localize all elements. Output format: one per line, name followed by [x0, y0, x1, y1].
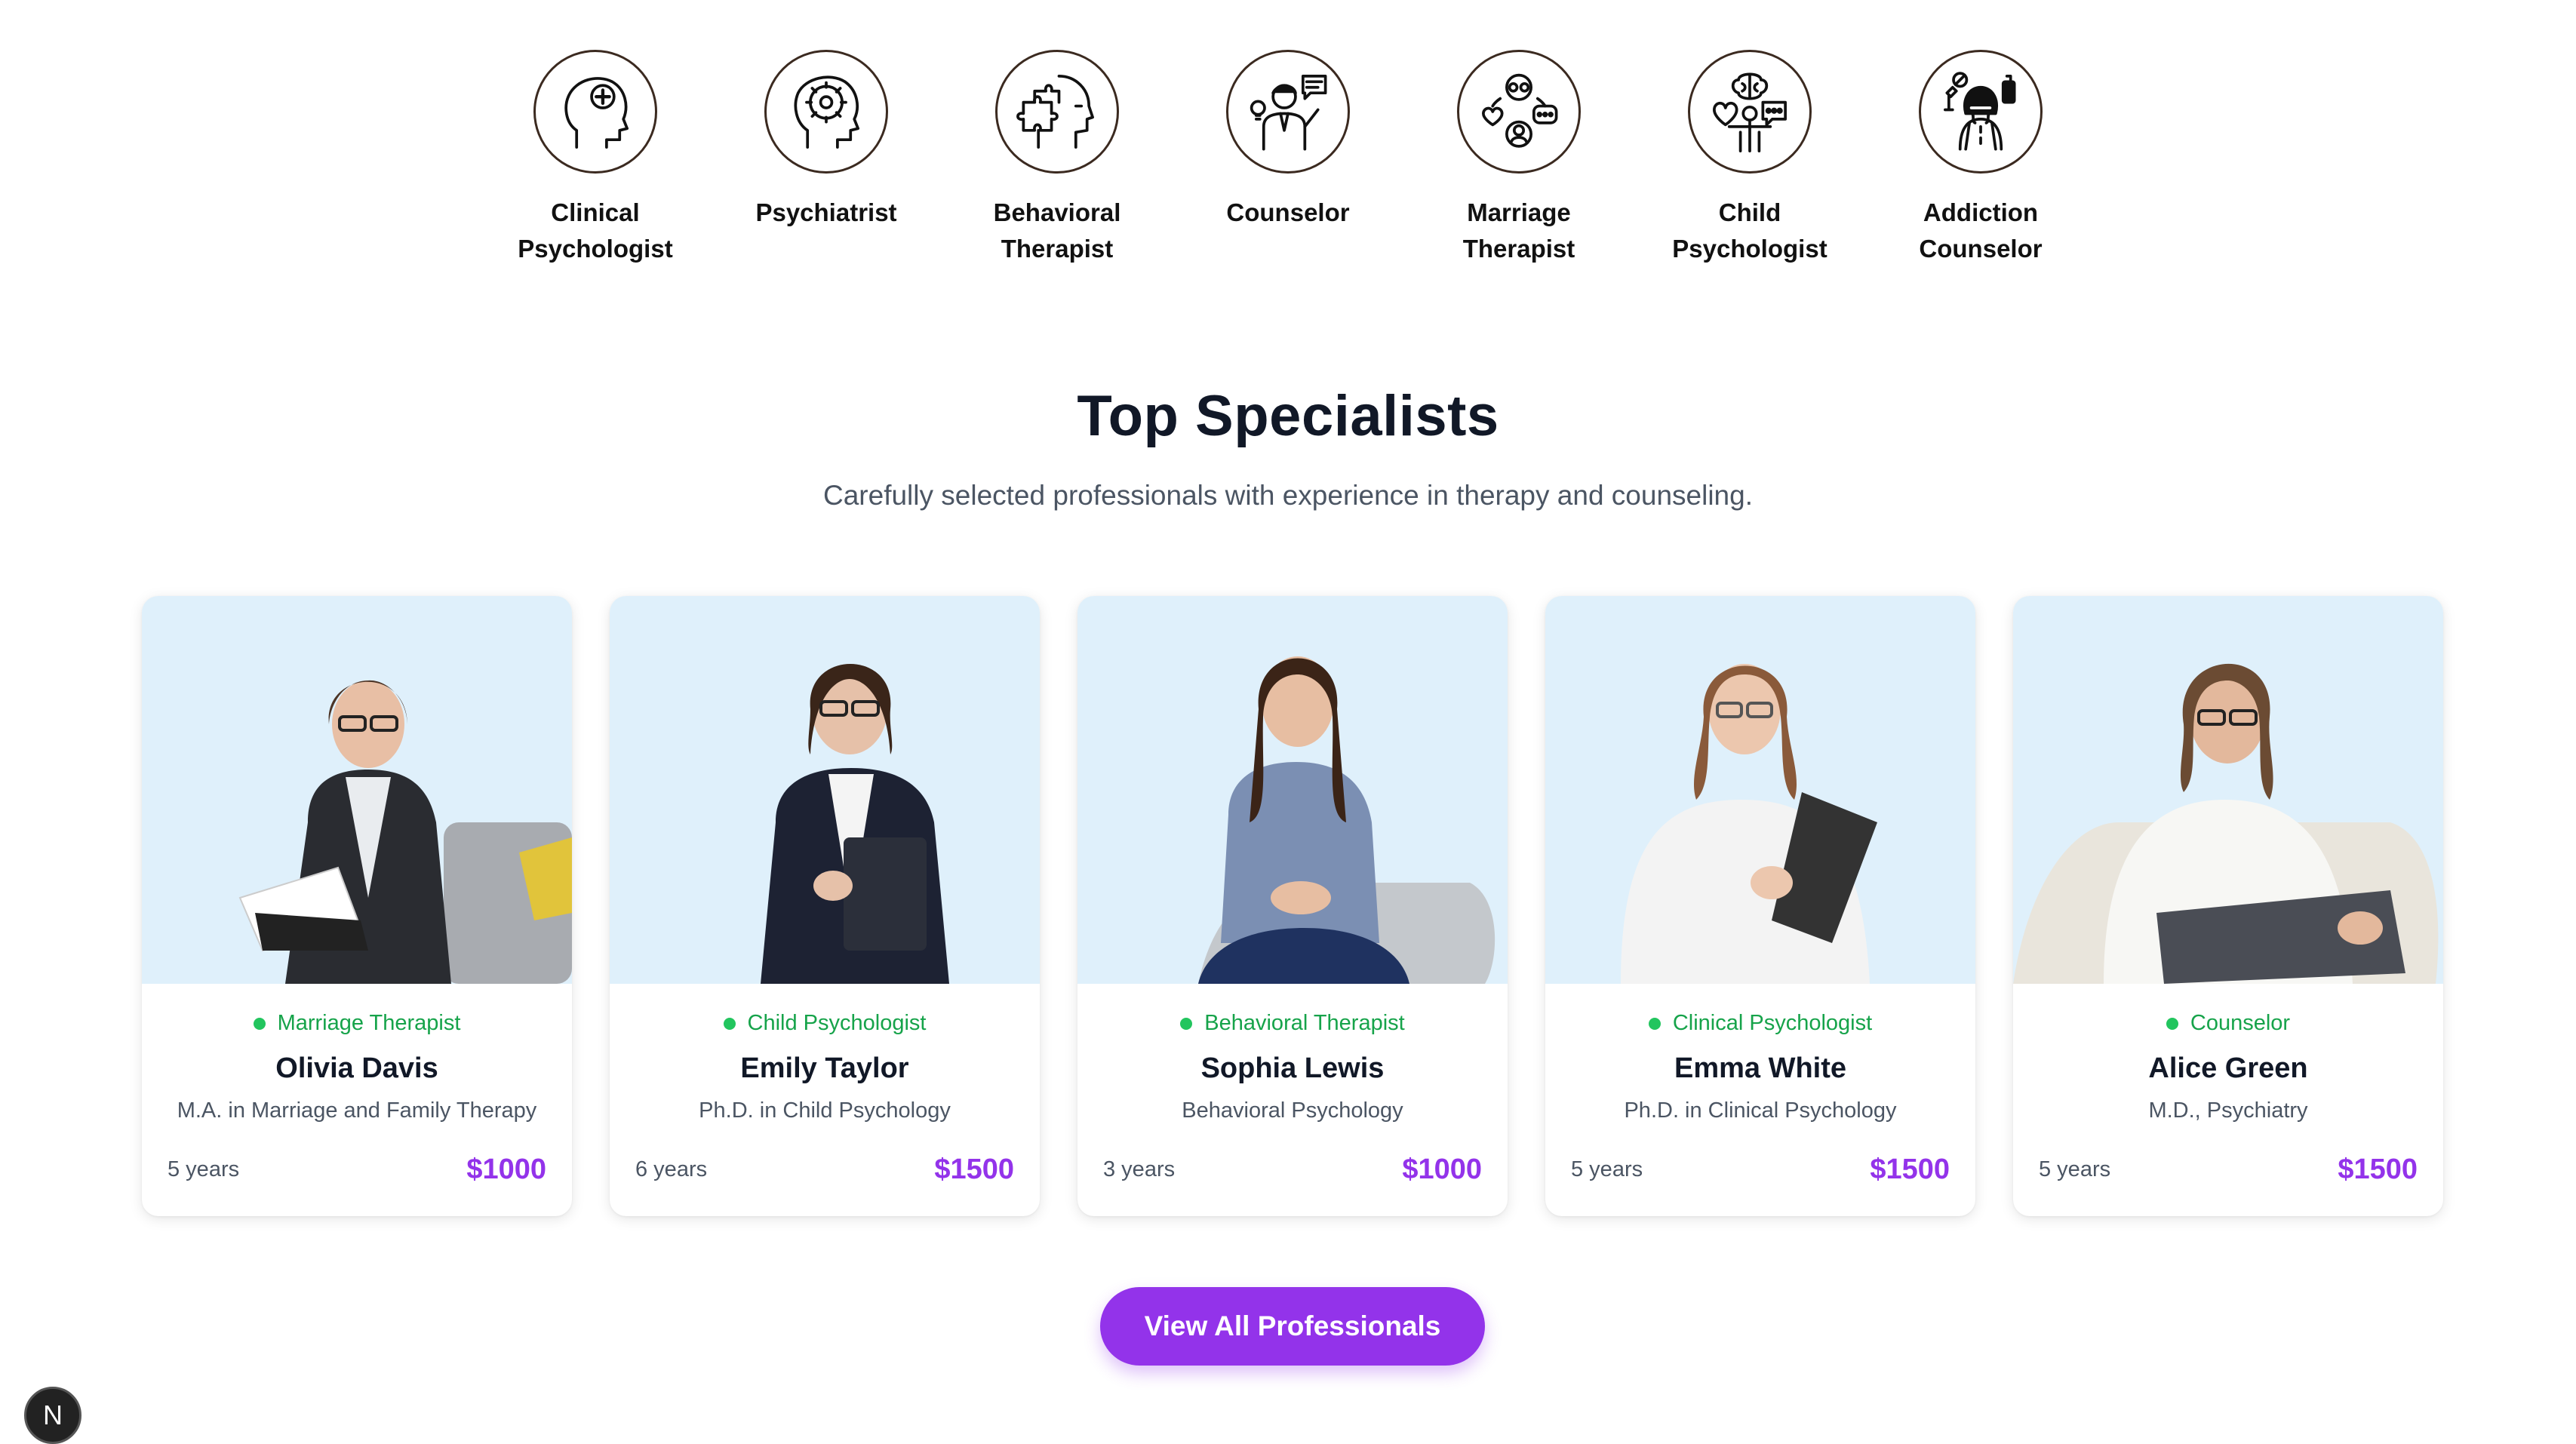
specialty-label: Child Psychologist [747, 1011, 927, 1035]
status-dot [253, 1017, 266, 1030]
specialist-degree: Ph.D. in Clinical Psychology [1624, 1098, 1897, 1123]
status-dot [2166, 1017, 2178, 1030]
specialist-photo [1077, 596, 1508, 984]
specialist-cards: Marriage Therapist Olivia Davis M.A. in … [142, 596, 2443, 1216]
specialty-tag: Clinical Psychologist [1545, 1011, 1975, 1036]
experience: 3 years [1103, 1157, 1176, 1181]
specialist-card[interactable]: Child Psychologist Emily Taylor Ph.D. in… [610, 596, 1040, 1216]
next-dev-badge[interactable]: N [24, 1387, 81, 1444]
category-behavioral-therapist[interactable]: Behavioral Therapist [942, 50, 1173, 267]
specialist-name: Emma White [1674, 1052, 1847, 1084]
addiction-icon [1919, 50, 2043, 174]
specialist-name: Emily Taylor [740, 1052, 909, 1084]
specialist-degree: M.A. in Marriage and Family Therapy [177, 1098, 537, 1123]
category-label: Marriage Therapist [1462, 198, 1575, 263]
status-dot [723, 1017, 736, 1030]
head-plus-icon [533, 50, 657, 174]
specialist-degree: Behavioral Psychology [1182, 1098, 1403, 1123]
category-marriage-therapist[interactable]: Marriage Therapist [1403, 50, 1634, 267]
experience: 5 years [1571, 1157, 1643, 1181]
category-label: Child Psychologist [1672, 198, 1827, 263]
experience: 6 years [635, 1157, 708, 1181]
specialist-photo [142, 596, 572, 984]
section-title: Top Specialists [1077, 384, 1499, 448]
price: $1500 [2338, 1154, 2418, 1185]
category-label: Counselor [1226, 198, 1350, 226]
card-meta: 5 years $1500 [2039, 1154, 2418, 1186]
card-meta: 6 years $1500 [635, 1154, 1014, 1186]
specialist-card[interactable]: Clinical Psychologist Emma White Ph.D. i… [1545, 596, 1975, 1216]
specialist-card[interactable]: Marriage Therapist Olivia Davis M.A. in … [142, 596, 572, 1216]
puzzle-head-icon [995, 50, 1119, 174]
experience: 5 years [168, 1157, 240, 1181]
specialist-photo [1545, 596, 1975, 984]
price: $1000 [1402, 1154, 1482, 1185]
specialty-tag: Marriage Therapist [142, 1011, 572, 1036]
category-label: Clinical Psychologist [518, 198, 673, 263]
specialist-degree: M.D., Psychiatry [2148, 1098, 2308, 1123]
couple-heart-icon [1457, 50, 1581, 174]
category-addiction-counselor[interactable]: Addiction Counselor [1865, 50, 2096, 267]
brain-gear-icon [764, 50, 888, 174]
specialty-categories: Clinical Psychologist Psychiatrist Behav… [0, 50, 2576, 267]
specialist-photo [610, 596, 1040, 984]
card-meta: 3 years $1000 [1103, 1154, 1482, 1186]
specialty-tag: Behavioral Therapist [1077, 1011, 1508, 1036]
specialist-card[interactable]: Counselor Alice Green M.D., Psychiatry 5… [2013, 596, 2443, 1216]
price: $1500 [1870, 1154, 1950, 1185]
price: $1500 [934, 1154, 1014, 1185]
specialty-tag: Child Psychologist [610, 1011, 1040, 1036]
specialist-card[interactable]: Behavioral Therapist Sophia Lewis Behavi… [1077, 596, 1508, 1216]
specialist-photo [2013, 596, 2443, 984]
category-counselor[interactable]: Counselor [1173, 50, 1403, 267]
specialist-name: Sophia Lewis [1200, 1052, 1385, 1084]
specialty-label: Clinical Psychologist [1672, 1011, 1873, 1035]
experience: 5 years [2039, 1157, 2111, 1181]
card-meta: 5 years $1000 [168, 1154, 546, 1186]
specialist-name: Olivia Davis [275, 1052, 438, 1084]
status-dot [1648, 1017, 1661, 1030]
category-label: Behavioral Therapist [993, 198, 1121, 263]
price: $1000 [466, 1154, 546, 1185]
card-meta: 5 years $1500 [1571, 1154, 1950, 1186]
specialty-tag: Counselor [2013, 1011, 2443, 1036]
specialty-label: Counselor [2190, 1011, 2291, 1035]
status-dot [1180, 1017, 1193, 1030]
category-label: Addiction Counselor [1919, 198, 2043, 263]
category-clinical-psychologist[interactable]: Clinical Psychologist [480, 50, 711, 267]
specialty-label: Behavioral Therapist [1204, 1011, 1405, 1035]
counselor-speaking-icon [1226, 50, 1350, 174]
category-label: Psychiatrist [755, 198, 897, 226]
specialty-label: Marriage Therapist [277, 1011, 461, 1035]
category-psychiatrist[interactable]: Psychiatrist [711, 50, 942, 267]
section-subtitle: Carefully selected professionals with ex… [823, 480, 1753, 511]
category-child-psychologist[interactable]: Child Psychologist [1634, 50, 1865, 267]
child-brain-icon [1688, 50, 1812, 174]
specialist-degree: Ph.D. in Child Psychology [699, 1098, 951, 1123]
specialist-name: Alice Green [2148, 1052, 2308, 1084]
view-all-professionals-button[interactable]: View All Professionals [1100, 1287, 1485, 1366]
